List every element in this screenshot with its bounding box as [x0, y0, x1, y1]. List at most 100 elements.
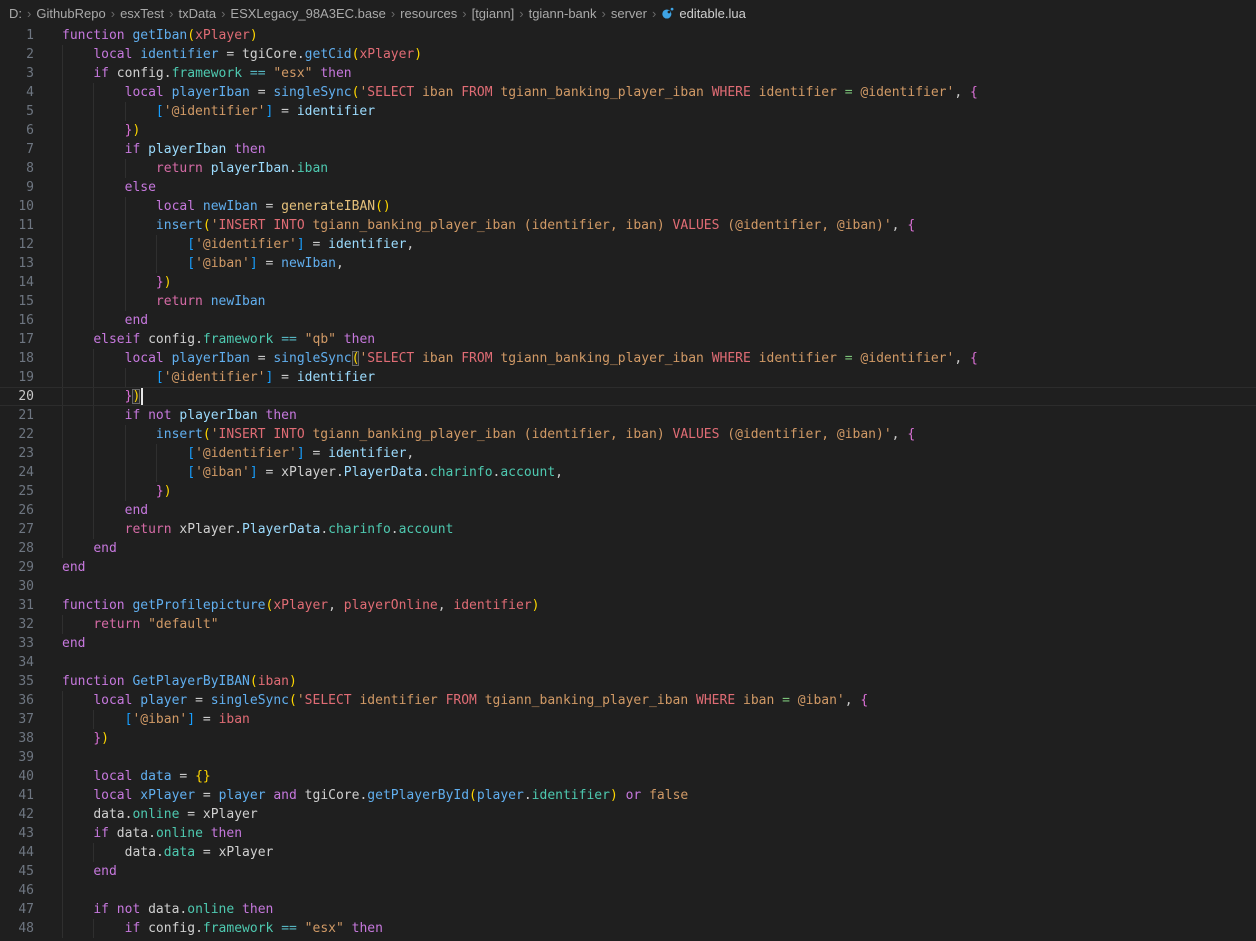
line-number[interactable]: 47 [0, 900, 34, 919]
breadcrumb-item[interactable]: txData [179, 6, 217, 21]
line-number[interactable]: 16 [0, 311, 34, 330]
line-number[interactable]: 17 [0, 330, 34, 349]
code-line[interactable]: 32 return "default" [0, 615, 1256, 634]
line-number[interactable]: 35 [0, 672, 34, 691]
line-number[interactable]: 11 [0, 216, 34, 235]
code-line[interactable]: 27 return xPlayer.PlayerData.charinfo.ac… [0, 520, 1256, 539]
code-line[interactable]: 1 function getIban(xPlayer) [0, 26, 1256, 45]
line-number[interactable]: 38 [0, 729, 34, 748]
line-number[interactable]: 14 [0, 273, 34, 292]
code-line[interactable]: 33 end [0, 634, 1256, 653]
line-number[interactable]: 1 [0, 26, 34, 45]
line-number[interactable]: 26 [0, 501, 34, 520]
code-line[interactable]: 42 data.online = xPlayer [0, 805, 1256, 824]
code-line[interactable]: 25 }) [0, 482, 1256, 501]
breadcrumb-item[interactable]: resources [400, 6, 457, 21]
code-line[interactable]: 21 if not playerIban then [0, 406, 1256, 425]
line-number[interactable]: 9 [0, 178, 34, 197]
code-line[interactable]: 39 [0, 748, 1256, 767]
code-line[interactable]: 9 else [0, 178, 1256, 197]
code-line[interactable]: 38 }) [0, 729, 1256, 748]
code-line[interactable]: 37 ['@iban'] = iban [0, 710, 1256, 729]
line-number[interactable]: 8 [0, 159, 34, 178]
code-line[interactable]: 46 [0, 881, 1256, 900]
line-number[interactable]: 44 [0, 843, 34, 862]
code-line[interactable]: 45 end [0, 862, 1256, 881]
code-line[interactable]: 34 [0, 653, 1256, 672]
line-number[interactable]: 27 [0, 520, 34, 539]
code-line[interactable]: 2 local identifier = tgiCore.getCid(xPla… [0, 45, 1256, 64]
code-line[interactable]: 41 local xPlayer = player and tgiCore. ge… [0, 786, 1256, 805]
line-number[interactable]: 21 [0, 406, 34, 425]
code-line[interactable]: 7 if playerIban then [0, 140, 1256, 159]
code-line[interactable]: 4 local playerIban = singleSync('SELECT … [0, 83, 1256, 102]
line-number[interactable]: 7 [0, 140, 34, 159]
line-number[interactable]: 37 [0, 710, 34, 729]
line-number[interactable]: 5 [0, 102, 34, 121]
code-line[interactable]: 17 elseif config.framework == "qb" then [0, 330, 1256, 349]
code-line[interactable]: 13 ['@iban'] = newIban, [0, 254, 1256, 273]
line-number[interactable]: 13 [0, 254, 34, 273]
line-number[interactable]: 12 [0, 235, 34, 254]
code-line[interactable]: 30 [0, 577, 1256, 596]
code-line[interactable]: 14 }) [0, 273, 1256, 292]
line-number[interactable]: 42 [0, 805, 34, 824]
code-line[interactable]: 44 data.data = xPlayer [0, 843, 1256, 862]
breadcrumb-item[interactable]: GithubRepo [36, 6, 105, 21]
breadcrumb-item[interactable]: tgiann-bank [529, 6, 597, 21]
breadcrumb-item[interactable]: server [611, 6, 647, 21]
line-number[interactable]: 34 [0, 653, 34, 672]
line-number[interactable]: 15 [0, 292, 34, 311]
line-number[interactable]: 45 [0, 862, 34, 881]
line-number[interactable]: 2 [0, 45, 34, 64]
code-line[interactable]: 47 if not data.online then [0, 900, 1256, 919]
line-number[interactable]: 48 [0, 919, 34, 938]
line-number[interactable]: 24 [0, 463, 34, 482]
line-number[interactable]: 25 [0, 482, 34, 501]
code-line[interactable]: 8 return playerIban.iban [0, 159, 1256, 178]
line-number[interactable]: 39 [0, 748, 34, 767]
code-line[interactable]: 28 end [0, 539, 1256, 558]
line-number[interactable]: 22 [0, 425, 34, 444]
code-line[interactable]: 22 insert('INSERT INTO tgiann_banking_pl… [0, 425, 1256, 444]
code-line[interactable]: 35 function GetPlayerByIBAN(iban) [0, 672, 1256, 691]
code-line[interactable]: 23 ['@identifier'] = identifier, [0, 444, 1256, 463]
code-line[interactable]: 18 local playerIban = singleSync('SELECT… [0, 349, 1256, 368]
code-line[interactable]: 26 end [0, 501, 1256, 520]
line-number[interactable]: 18 [0, 349, 34, 368]
code-line[interactable]: 16 end [0, 311, 1256, 330]
breadcrumb-item[interactable]: esxTest [120, 6, 164, 21]
code-line[interactable]: 24 ['@iban'] = xPlayer.PlayerData.charin… [0, 463, 1256, 482]
line-number[interactable]: 32 [0, 615, 34, 634]
code-line[interactable]: 10 local newIban = generateIBAN() [0, 197, 1256, 216]
code-line[interactable]: 6 }) [0, 121, 1256, 140]
code-line[interactable]: 29 end [0, 558, 1256, 577]
line-number[interactable]: 3 [0, 64, 34, 83]
code-line[interactable]: 12 ['@identifier'] = identifier, [0, 235, 1256, 254]
breadcrumb-item[interactable]: [tgiann] [472, 6, 515, 21]
line-number[interactable]: 36 [0, 691, 34, 710]
line-number[interactable]: 10 [0, 197, 34, 216]
line-number[interactable]: 28 [0, 539, 34, 558]
code-line-active[interactable]: 20 }) [0, 387, 1256, 406]
code-line[interactable]: 11 insert('INSERT INTO tgiann_banking_pl… [0, 216, 1256, 235]
line-number[interactable]: 29 [0, 558, 34, 577]
breadcrumb-item[interactable]: D: [9, 6, 22, 21]
code-line[interactable]: 3 if config.framework == "esx" then [0, 64, 1256, 83]
breadcrumb-item[interactable]: ESXLegacy_98A3EC.base [230, 6, 385, 21]
code-line[interactable]: 31 function getProfilepicture(xPlayer, pl… [0, 596, 1256, 615]
line-number[interactable]: 31 [0, 596, 34, 615]
editor[interactable]: 1 function getIban(xPlayer) 2 local identi… [0, 26, 1256, 941]
line-number[interactable]: 23 [0, 444, 34, 463]
line-number[interactable]: 6 [0, 121, 34, 140]
code-line[interactable]: 36 local player = singleSync('SELECT ide… [0, 691, 1256, 710]
breadcrumb-file[interactable]: editable.lua [661, 6, 746, 21]
code-line[interactable]: 19 ['@identifier'] = identifier [0, 368, 1256, 387]
line-number[interactable]: 4 [0, 83, 34, 102]
line-number[interactable]: 30 [0, 577, 34, 596]
line-number[interactable]: 43 [0, 824, 34, 843]
code-line[interactable]: 40 local data = {} [0, 767, 1256, 786]
line-number[interactable]: 40 [0, 767, 34, 786]
code-line[interactable]: 48 if config.framework == "esx" then [0, 919, 1256, 938]
code-line[interactable]: 43 if data.online then [0, 824, 1256, 843]
